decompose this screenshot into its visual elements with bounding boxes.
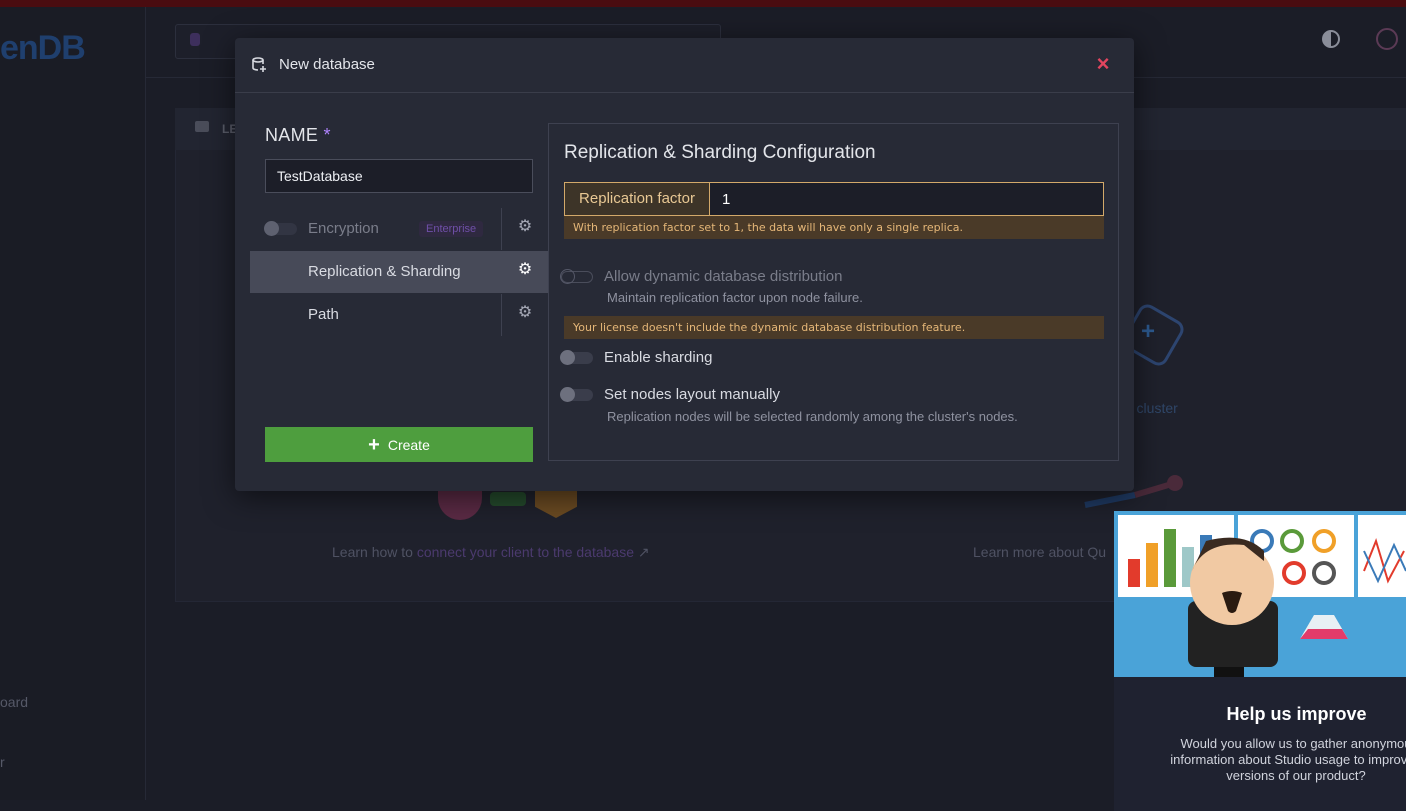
help-improve-title: Help us improve bbox=[1226, 704, 1367, 724]
nodes-layout-help: Replication nodes will be selected rando… bbox=[607, 409, 1018, 424]
sidebar: enDB oard r bbox=[0, 7, 146, 800]
new-database-modal: New database × NAME * Encryption Enterpr… bbox=[235, 38, 1134, 491]
dynamic-distribution-label: Allow dynamic database distribution bbox=[604, 268, 843, 285]
replication-factor-group: Replication factor bbox=[564, 182, 1104, 216]
nodes-layout-label: Set nodes layout manually bbox=[604, 386, 780, 403]
gear-icon[interactable]: ⚙ bbox=[517, 305, 533, 321]
required-mark: * bbox=[323, 125, 331, 145]
cluster-hint-text: r cluster bbox=[1128, 400, 1178, 416]
sidebar-item-dashboard[interactable]: oard bbox=[0, 694, 28, 710]
top-strip bbox=[0, 0, 1406, 7]
learn-connect-text: Learn how to connect your client to the … bbox=[332, 544, 650, 560]
sharding-label: Enable sharding bbox=[604, 349, 713, 366]
toggle-knob bbox=[264, 221, 279, 236]
scientist-illustration bbox=[1114, 511, 1406, 677]
nodes-layout-toggle[interactable] bbox=[560, 387, 593, 402]
toggle-knob bbox=[560, 387, 575, 402]
option-path[interactable]: Path ⚙ bbox=[250, 294, 548, 336]
database-name-input[interactable] bbox=[265, 159, 533, 193]
enterprise-badge: Enterprise bbox=[419, 221, 484, 237]
license-warning: Your license doesn't include the dynamic… bbox=[564, 316, 1104, 339]
help-improve-text: Would you allow us to gather anonymou in… bbox=[1170, 736, 1406, 783]
sharding-toggle[interactable] bbox=[560, 350, 593, 365]
toggle-knob bbox=[560, 269, 575, 284]
option-label: Path bbox=[308, 306, 339, 323]
learn-more-text: Learn more about Qu bbox=[973, 544, 1107, 560]
sidebar-item-cluster[interactable]: r bbox=[0, 754, 5, 770]
option-label: Replication & Sharding bbox=[308, 263, 461, 280]
coffee-icon bbox=[195, 121, 209, 132]
replication-config-panel: Replication & Sharding Configuration Rep… bbox=[548, 123, 1119, 461]
divider bbox=[501, 294, 502, 336]
app-logo: enDB bbox=[0, 29, 86, 67]
option-encryption[interactable]: Encryption Enterprise ⚙ bbox=[250, 208, 548, 250]
encryption-toggle[interactable] bbox=[264, 221, 297, 236]
name-label: NAME * bbox=[265, 125, 331, 145]
config-title: Replication & Sharding Configuration bbox=[564, 142, 876, 163]
dynamic-distribution-help: Maintain replication factor upon node fa… bbox=[607, 290, 863, 305]
illustration-shape bbox=[490, 492, 526, 506]
help-improve-popup: Help us improve Would you allow us to ga… bbox=[1114, 511, 1406, 811]
gear-icon[interactable]: ⚙ bbox=[517, 262, 533, 278]
modal-title: New database bbox=[279, 56, 375, 73]
option-replication-sharding[interactable]: Replication & Sharding ⚙ bbox=[250, 251, 548, 293]
database-icon bbox=[190, 33, 200, 46]
plus-icon: + bbox=[1141, 318, 1156, 345]
modal-header: New database × bbox=[235, 38, 1134, 93]
connect-client-link[interactable]: connect your client to the database bbox=[417, 544, 634, 560]
cluster-status-icon[interactable] bbox=[1376, 28, 1398, 50]
option-label: Encryption bbox=[308, 220, 379, 237]
plus-icon: + bbox=[368, 433, 380, 456]
divider bbox=[501, 208, 502, 250]
create-button-label: Create bbox=[387, 436, 430, 453]
replication-factor-label: Replication factor bbox=[565, 183, 710, 215]
create-button[interactable]: + Create bbox=[265, 427, 533, 462]
theme-toggle-icon[interactable] bbox=[1322, 30, 1340, 48]
database-add-icon bbox=[252, 57, 266, 72]
toggle-knob bbox=[560, 350, 575, 365]
replication-warning: With replication factor set to 1, the da… bbox=[564, 216, 1104, 239]
gear-icon[interactable]: ⚙ bbox=[517, 219, 533, 235]
dynamic-distribution-toggle[interactable] bbox=[560, 269, 593, 284]
replication-factor-input[interactable] bbox=[710, 183, 1103, 215]
close-icon[interactable]: × bbox=[1093, 53, 1113, 75]
external-link-icon: ↗ bbox=[637, 544, 650, 560]
